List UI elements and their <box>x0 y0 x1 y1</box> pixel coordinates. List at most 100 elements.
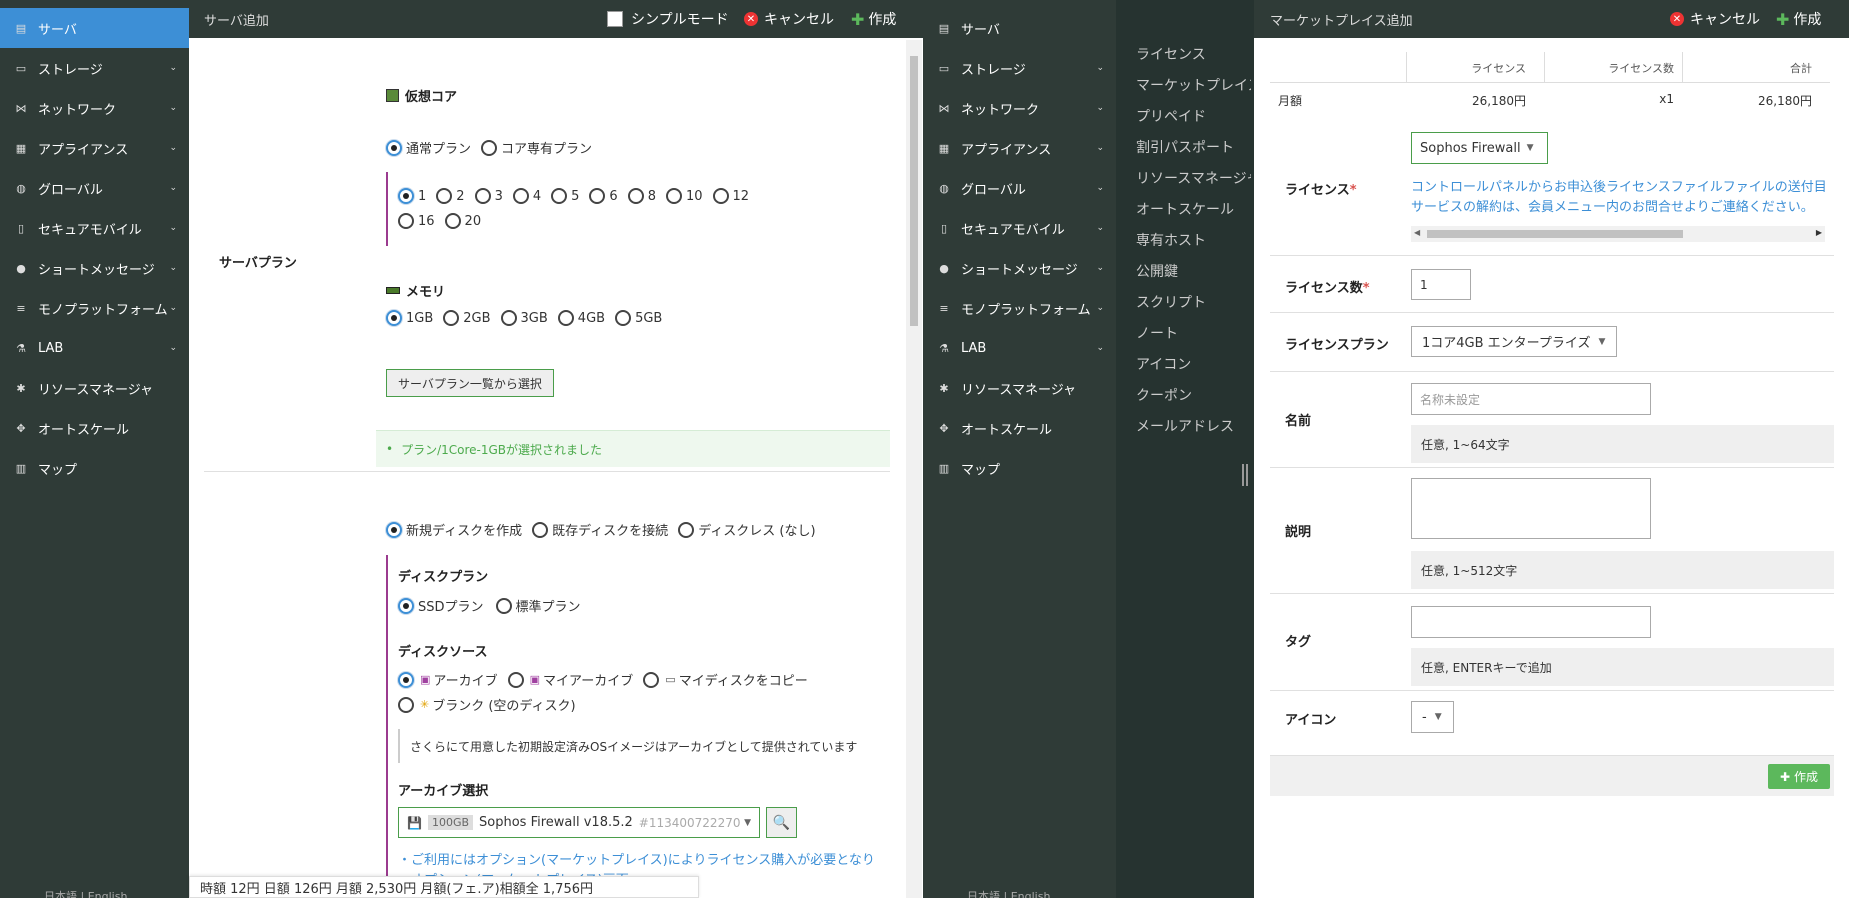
sidebar-item-11[interactable]: ▥ マップ <box>0 448 189 488</box>
radio-button[interactable] <box>386 310 402 326</box>
radio-button[interactable] <box>386 521 402 538</box>
archive-search-button[interactable]: 🔍 <box>766 807 797 838</box>
sidebar-item-3[interactable]: ▦ アプライアンス ⌄ <box>0 128 189 168</box>
sidebar-item-10[interactable]: ✥ オートスケール <box>0 408 189 448</box>
sidebar-item-9[interactable]: ✱ リソースマネージャ <box>0 368 189 408</box>
sidebar-item-6[interactable]: ● ショートメッセージ ⌄ <box>923 248 1116 288</box>
radio-button[interactable] <box>557 310 574 326</box>
radio-button[interactable] <box>551 188 568 204</box>
submenu-item-3[interactable]: 割引パスポート <box>1136 137 1251 157</box>
radio-button[interactable] <box>386 139 402 156</box>
sidebar-item-11[interactable]: ▥ マップ <box>923 448 1116 488</box>
cancel-button[interactable]: ✕ キャンセル <box>744 9 834 29</box>
submenu-item-9[interactable]: ノート <box>1136 323 1251 343</box>
submenu-item-8[interactable]: スクリプト <box>1136 292 1251 312</box>
radio-button[interactable] <box>398 671 414 688</box>
submenu-item-2[interactable]: プリペイド <box>1136 106 1251 126</box>
radio-option[interactable]: 1 <box>398 188 426 204</box>
radio-button[interactable] <box>436 188 453 204</box>
submenu-item-0[interactable]: ライセンス <box>1136 44 1251 64</box>
license-info-scrollbar[interactable]: ◀ ▶ <box>1411 226 1825 242</box>
resize-handle[interactable] <box>1242 464 1248 486</box>
radio-button[interactable] <box>665 188 682 204</box>
radio-button[interactable] <box>481 139 498 156</box>
radio-option[interactable]: 通常プラン <box>386 138 471 157</box>
sidebar-item-5[interactable]: ▯ セキュアモバイル ⌄ <box>0 208 189 248</box>
radio-option[interactable]: 4GB <box>557 310 605 326</box>
plan-list-button[interactable]: サーバプラン一覧から選択 <box>386 369 554 397</box>
sidebar-item-2[interactable]: ⋈ ネットワーク ⌄ <box>923 88 1116 128</box>
archive-select[interactable]: 💾 100GB Sophos Firewall v18.5.2 #1134007… <box>398 807 760 838</box>
license-note-link[interactable]: ・ご利用にはオプション(マーケットプレイス)によりライセンス購入が必要となり <box>398 849 874 868</box>
sidebar-item-7[interactable]: ≡ モノプラットフォーム ⌄ <box>923 288 1116 328</box>
language-switch-2[interactable]: 日本語 | English <box>967 888 1050 898</box>
sidebar-item-4[interactable]: ◍ グローバル ⌄ <box>923 168 1116 208</box>
radio-option[interactable]: ▭ マイディスクをコピー <box>643 670 808 689</box>
radio-button[interactable] <box>712 188 729 204</box>
radio-button[interactable] <box>398 213 414 229</box>
radio-option[interactable]: 3 <box>474 188 503 204</box>
radio-option[interactable]: 既存ディスクを接続 <box>532 520 668 539</box>
sidebar-item-10[interactable]: ✥ オートスケール <box>923 408 1116 448</box>
radio-button[interactable] <box>678 521 695 538</box>
submenu-item-10[interactable]: アイコン <box>1136 354 1251 374</box>
radio-option[interactable]: コア専有プラン <box>481 138 592 157</box>
sidebar-item-0[interactable]: ▤ サーバ <box>0 8 189 48</box>
radio-button[interactable] <box>500 310 517 326</box>
create-button[interactable]: ✚ 作成 <box>851 9 896 29</box>
radio-option[interactable]: 1GB <box>386 310 433 326</box>
name-input[interactable]: 名称未設定 <box>1411 383 1651 415</box>
sidebar-item-3[interactable]: ▦ アプライアンス ⌄ <box>923 128 1116 168</box>
radio-option[interactable]: 16 <box>398 213 435 229</box>
radio-button[interactable] <box>443 310 460 326</box>
radio-button[interactable] <box>512 188 529 204</box>
market-footer-create-button[interactable]: ✚ 作成 <box>1768 764 1830 789</box>
simple-mode-toggle[interactable]: シンプルモード <box>607 9 729 29</box>
radio-button[interactable] <box>398 597 414 614</box>
tag-input[interactable] <box>1411 606 1651 638</box>
sidebar-item-2[interactable]: ⋈ ネットワーク ⌄ <box>0 88 189 128</box>
radio-option[interactable]: 4 <box>512 188 541 204</box>
checkbox-icon[interactable] <box>607 11 623 27</box>
language-switch[interactable]: 日本語 | English <box>44 888 127 898</box>
license-plan-select[interactable]: 1コア4GB エンタープライズ ▼ <box>1411 326 1617 357</box>
radio-button[interactable] <box>444 213 461 229</box>
submenu-item-11[interactable]: クーポン <box>1136 385 1251 405</box>
radio-button[interactable] <box>398 188 414 204</box>
submenu-item-7[interactable]: 公開鍵 <box>1136 261 1251 281</box>
radio-option[interactable]: 2GB <box>443 310 491 326</box>
sidebar-item-9[interactable]: ✱ リソースマネージャ <box>923 368 1116 408</box>
radio-option[interactable]: 8 <box>627 188 656 204</box>
radio-button[interactable] <box>398 696 414 713</box>
icon-select[interactable]: - ▼ <box>1411 701 1454 733</box>
radio-option[interactable]: 20 <box>444 213 481 229</box>
radio-button[interactable] <box>532 521 549 538</box>
radio-option[interactable]: 2 <box>436 188 465 204</box>
radio-option[interactable]: ▣ アーカイブ <box>398 670 498 689</box>
submenu-item-5[interactable]: オートスケール <box>1136 199 1251 219</box>
radio-button[interactable] <box>495 597 512 614</box>
radio-option[interactable]: ディスクレス (なし) <box>678 520 816 539</box>
radio-option[interactable]: 5 <box>551 188 579 204</box>
radio-option[interactable]: 6 <box>589 188 618 204</box>
radio-button[interactable] <box>627 188 644 204</box>
sidebar-item-8[interactable]: ⚗ LAB ⌄ <box>0 328 189 368</box>
radio-button[interactable] <box>589 188 606 204</box>
sidebar-item-0[interactable]: ▤ サーバ <box>923 8 1116 48</box>
sidebar-item-1[interactable]: ▭ ストレージ ⌄ <box>923 48 1116 88</box>
submenu-item-4[interactable]: リソースマネージャ <box>1136 168 1251 188</box>
server-scrollbar[interactable] <box>906 40 922 898</box>
desc-textarea[interactable] <box>1411 478 1651 539</box>
market-create-button[interactable]: ✚ 作成 <box>1776 9 1821 29</box>
sidebar-item-7[interactable]: ≡ モノプラットフォーム ⌄ <box>0 288 189 328</box>
radio-option[interactable]: ▣ マイアーカイブ <box>507 670 633 689</box>
license-select[interactable]: Sophos Firewall ▼ <box>1411 132 1548 164</box>
sidebar-item-4[interactable]: ◍ グローバル ⌄ <box>0 168 189 208</box>
radio-option[interactable]: 10 <box>665 188 703 204</box>
scroll-thumb[interactable] <box>910 56 918 326</box>
sidebar-item-5[interactable]: ▯ セキュアモバイル ⌄ <box>923 208 1116 248</box>
submenu-item-1[interactable]: マーケットプレイス <box>1136 75 1251 95</box>
radio-option[interactable]: 3GB <box>500 310 548 326</box>
radio-option[interactable]: 5GB <box>615 310 662 326</box>
radio-option[interactable]: 標準プラン <box>495 596 581 615</box>
